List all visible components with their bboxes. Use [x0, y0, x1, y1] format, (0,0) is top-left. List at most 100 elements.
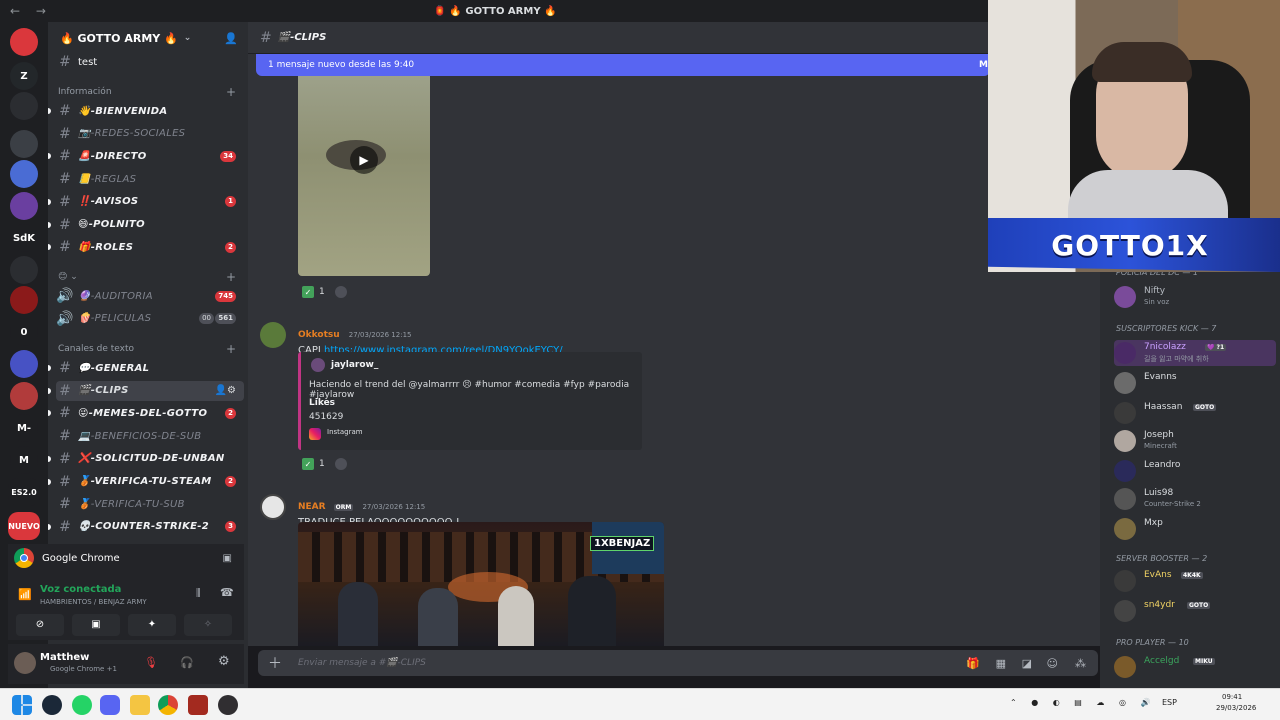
channel-settings-icon[interactable]: 👤⚙: [215, 385, 236, 396]
channel-item[interactable]: # ❌-SOLICITUD-DE-UNBAN: [48, 449, 244, 469]
voice-status[interactable]: Voz conectada: [40, 584, 121, 595]
server-icon[interactable]: [10, 286, 38, 314]
channel-item[interactable]: # 🥉-VERIFICA-TU-STEAM 2: [48, 472, 244, 492]
gift-icon[interactable]: 🎁: [966, 657, 980, 670]
channel-category[interactable]: Información: [58, 87, 112, 97]
server-icon[interactable]: [10, 28, 38, 56]
channel-item[interactable]: # 🥉-VERIFICA-TU-SUB: [56, 494, 244, 514]
emoji-icon[interactable]: ☺: [1047, 657, 1058, 670]
obs-icon[interactable]: [218, 695, 238, 715]
member-item[interactable]: EvAns 4K4K: [1114, 568, 1276, 594]
server-icon[interactable]: SdK: [10, 224, 38, 252]
channel-item[interactable]: # 📒-REGLAS: [56, 169, 244, 189]
add-member-icon[interactable]: 👤: [224, 32, 238, 45]
server-icon[interactable]: M: [10, 446, 38, 474]
channel-item[interactable]: # ‼️-AVISOS 1: [48, 192, 244, 212]
apps-icon[interactable]: ⁂: [1075, 657, 1086, 670]
server-icon[interactable]: [10, 92, 38, 120]
channel-item[interactable]: # 🚨-DIRECTO 34: [48, 146, 244, 166]
video-attachment[interactable]: ▶: [298, 76, 430, 276]
channel-item[interactable]: # 👋-BIENVENIDA: [48, 101, 244, 121]
add-reaction-icon[interactable]: [334, 458, 347, 470]
share-screen-button[interactable]: ▣: [72, 614, 120, 636]
channel-item[interactable]: 🔊 🔮-AUDITORIA 745: [56, 286, 244, 306]
chrome-icon[interactable]: [158, 695, 178, 715]
message-author[interactable]: Okkotsu: [298, 330, 340, 340]
gif-icon[interactable]: ▦: [996, 657, 1006, 670]
video-attachment[interactable]: 1XBENJAZ: [298, 522, 664, 646]
file-explorer-icon[interactable]: [130, 695, 150, 715]
member-item[interactable]: Evanns: [1114, 370, 1276, 396]
add-attachment-icon[interactable]: ＋: [268, 653, 282, 673]
headphones-muted-icon[interactable]: 🎧: [180, 656, 194, 669]
gear-icon[interactable]: ⚙: [218, 654, 230, 669]
whatsapp-icon[interactable]: [72, 695, 92, 715]
server-icon[interactable]: 0: [10, 318, 38, 346]
server-icon[interactable]: M-: [10, 414, 38, 442]
avatar[interactable]: [260, 322, 286, 348]
member-item[interactable]: Luis98 Counter-Strike 2: [1114, 486, 1276, 512]
add-channel-icon[interactable]: +: [226, 270, 236, 284]
message-author[interactable]: NEAR: [298, 502, 326, 512]
member-item[interactable]: Accelgd MIKU: [1114, 654, 1276, 680]
member-item[interactable]: Nifty Sin voz: [1114, 284, 1276, 310]
dota-icon[interactable]: [188, 695, 208, 715]
member-item[interactable]: 7nicolazz 💜 ?1 길을 잃고 마약에 취하: [1114, 340, 1276, 366]
channel-item[interactable]: # 🎁-ROLES 2: [48, 237, 244, 257]
clock-time[interactable]: 09:41: [1222, 693, 1242, 701]
steam-icon[interactable]: [42, 695, 62, 715]
server-icon[interactable]: [10, 382, 38, 410]
add-channel-icon[interactable]: +: [226, 342, 236, 356]
mic-muted-icon[interactable]: 🎙: [144, 656, 158, 669]
channel-item[interactable]: # 😜-MEMES-DEL-GOTTO 2: [48, 403, 244, 423]
avatar[interactable]: [14, 652, 36, 674]
channel-item[interactable]: # 💻-BENEFICIOS-DE-SUB: [56, 426, 244, 446]
tray-icons[interactable]: ⌃ ● ◐ ▤ ☁ ◎ 🔊: [1010, 698, 1156, 707]
channel-category[interactable]: 😊 ⌄: [58, 272, 78, 282]
server-icon[interactable]: Z: [10, 62, 38, 90]
disconnect-icon[interactable]: ☎: [220, 586, 234, 599]
channel-item[interactable]: # 🎬-CLIPS 👤⚙: [48, 380, 244, 401]
sticker-icon[interactable]: ◪: [1022, 657, 1032, 670]
noise-icon[interactable]: ⫼: [196, 588, 201, 599]
channel-item[interactable]: # 💬-GENERAL: [48, 358, 244, 378]
channel-item[interactable]: # 💀-COUNTER-STRIKE-2 3: [48, 517, 244, 537]
member-item[interactable]: sn4ydr GOTO: [1114, 598, 1276, 624]
channel-item[interactable]: # 📷-REDES-SOCIALES: [56, 124, 244, 144]
new-messages-bar[interactable]: 1 mensaje nuevo desde las 9:40 M: [256, 54, 990, 76]
camera-button[interactable]: ⊘: [16, 614, 64, 636]
member-item[interactable]: Joseph Minecraft: [1114, 428, 1276, 454]
language-indicator[interactable]: ESP: [1162, 698, 1177, 707]
activities-button[interactable]: ✦: [128, 614, 176, 636]
server-icon[interactable]: [10, 192, 38, 220]
channel-item[interactable]: # 😄-POLNITO: [48, 215, 244, 235]
clock-date[interactable]: 29/03/2026: [1216, 704, 1256, 712]
server-icon[interactable]: [10, 350, 38, 378]
soundboard-button[interactable]: ✧: [184, 614, 232, 636]
member-item[interactable]: Mxp: [1114, 516, 1276, 542]
message-input-placeholder[interactable]: Enviar mensaje a #🎬-CLIPS: [298, 658, 426, 668]
voice-channel[interactable]: HAMBRIENTOS / BENJAZ ARMY: [40, 598, 147, 606]
windows-start-icon[interactable]: [12, 695, 32, 715]
server-icon[interactable]: NUEVO: [8, 512, 40, 540]
reaction-chip[interactable]: ✓ 1: [302, 456, 347, 472]
channel-test[interactable]: # test: [56, 52, 244, 72]
add-channel-icon[interactable]: +: [226, 85, 236, 99]
add-reaction-icon[interactable]: [334, 286, 347, 298]
play-icon[interactable]: ▶: [350, 146, 378, 174]
channel-category[interactable]: Canales de texto: [58, 344, 134, 354]
avatar[interactable]: [260, 494, 286, 520]
mark-read-label[interactable]: M: [979, 60, 988, 70]
server-icon[interactable]: [10, 130, 38, 158]
discord-icon[interactable]: [100, 695, 120, 715]
embed-author[interactable]: jaylarow_: [331, 360, 378, 370]
stream-panel[interactable]: Google Chrome ▣: [8, 544, 244, 572]
server-icon[interactable]: [10, 160, 38, 188]
server-icon[interactable]: [10, 256, 38, 284]
message-composer[interactable]: ＋ Enviar mensaje a #🎬-CLIPS 🎁 ▦ ◪ ☺ ⁂: [258, 650, 1098, 676]
reaction-chip[interactable]: ✓ 1: [302, 284, 347, 300]
member-item[interactable]: Leandro: [1114, 458, 1276, 484]
user-name[interactable]: Matthew: [40, 652, 89, 663]
signal-icon[interactable]: 📶: [18, 588, 32, 601]
channel-item[interactable]: 🔊 🍿-PELICULAS 00 561: [56, 309, 244, 329]
